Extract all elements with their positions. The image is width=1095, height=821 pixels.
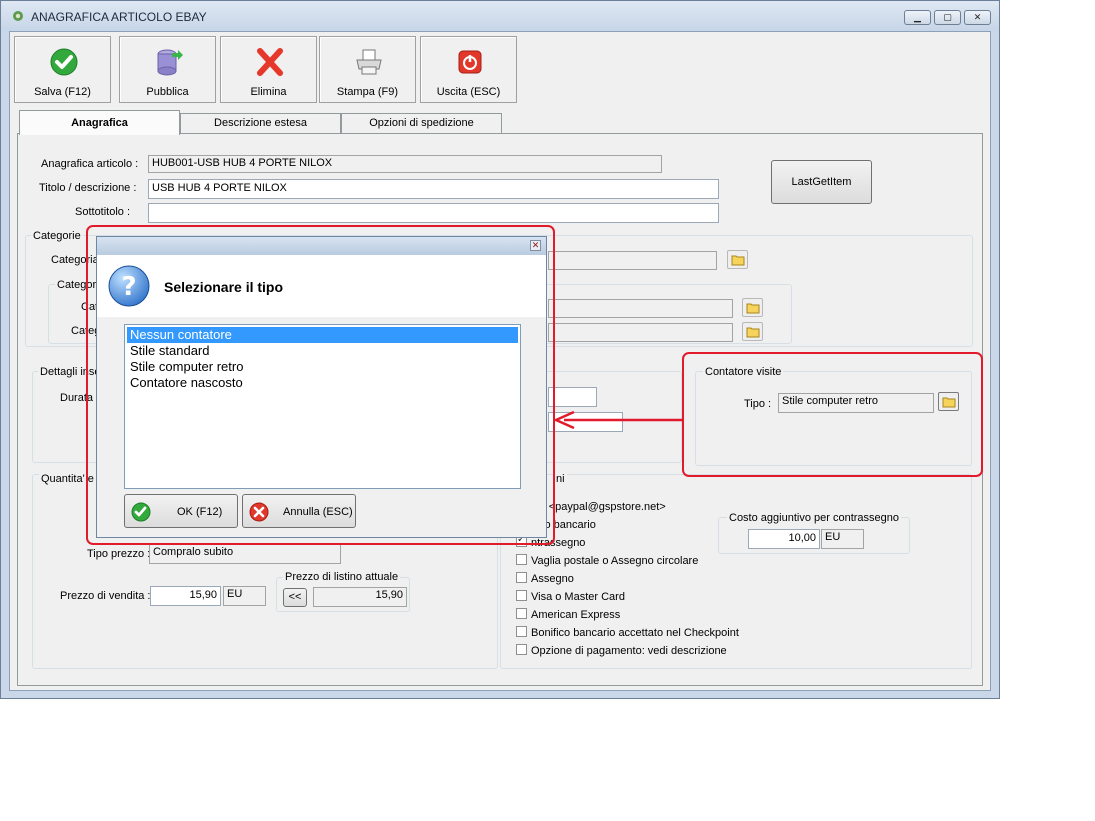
folder-icon [746,303,760,314]
database-upload-icon [157,49,183,76]
exit-label: Uscita (ESC) [436,86,501,98]
visa-checkbox[interactable] [516,590,527,601]
vaglia-label: Vaglia postale o Assegno circolare [531,555,699,567]
sottotitolo-input[interactable] [148,203,719,223]
bonifico-checkpoint-checkbox[interactable] [516,626,527,637]
prezzo-vendita-currency: EU [223,586,266,606]
amex-checkbox[interactable] [516,608,527,619]
visa-label: Visa o Master Card [531,591,625,603]
cat2-browse-button[interactable] [742,322,763,341]
publish-button[interactable]: Pubblica [119,36,216,103]
lastgetitem-button[interactable]: LastGetItem [771,160,872,204]
tab-opzioni-spedizione[interactable]: Opzioni di spedizione [341,113,502,134]
titolo-input[interactable]: USB HUB 4 PORTE NILOX [148,179,719,199]
arrow-icon [552,410,682,430]
save-label: Salva (F12) [34,86,91,98]
printer-icon [356,49,382,75]
print-button[interactable]: Stampa (F9) [319,36,416,103]
print-label: Stampa (F9) [336,86,399,98]
cat1-field [548,299,733,318]
minimize-button[interactable]: ▁ [904,10,931,25]
durata-input[interactable] [548,387,597,407]
tipo-prezzo-field: Compralo subito [149,544,341,564]
articolo-field: HUB001-USB HUB 4 PORTE NILOX [148,155,662,173]
prezzo-vendita-input[interactable]: 15,90 [150,586,221,606]
delete-x-icon [257,48,283,76]
publish-label: Pubblica [146,86,189,98]
app-icon [13,11,23,21]
assegno-checkbox[interactable] [516,572,527,583]
folder-icon [731,255,745,266]
delete-button[interactable]: Elimina [220,36,317,103]
pagamento-group-label: ni [554,473,567,485]
categoria-field [548,251,717,270]
listino-copy-button[interactable]: << [283,588,307,607]
close-window-button[interactable]: ✕ [964,10,991,25]
tab-anagrafica[interactable]: Anagrafica [19,110,180,135]
title-bar: ANAGRAFICA ARTICOLO EBAY ▁ ▢ ✕ [1,1,999,31]
tab-descrizione-estesa[interactable]: Descrizione estesa [180,113,341,134]
delete-label: Elimina [250,86,287,98]
dialog-highlight-frame [86,225,555,545]
exit-button[interactable]: Uscita (ESC) [420,36,517,103]
opzione-label: Opzione di pagamento: vedi descrizione [531,645,727,657]
opzione-checkbox[interactable] [516,644,527,655]
listino-label: Prezzo di listino attuale [283,571,401,583]
vaglia-checkbox[interactable] [516,554,527,565]
tipo-prezzo-label: Tipo prezzo : [87,548,151,560]
check-icon [50,48,78,76]
folder-icon [746,327,760,338]
prezzo-vendita-label: Prezzo di vendita : [60,590,151,602]
save-button[interactable]: Salva (F12) [14,36,111,103]
costo-currency: EU [821,529,864,549]
sottotitolo-label: Sottotitolo : [75,206,131,218]
power-icon [458,50,482,74]
cat2-field [548,323,733,342]
amex-label: American Express [531,609,621,621]
window-title: ANAGRAFICA ARTICOLO EBAY [31,10,207,24]
maximize-button[interactable]: ▢ [934,10,961,25]
categoria-browse-button[interactable] [727,250,748,269]
articolo-label: Anagrafica articolo : [41,158,139,170]
listino-field: 15,90 [313,587,407,607]
cat1-browse-button[interactable] [742,298,763,317]
costo-input[interactable]: 10,00 [748,529,820,549]
assegno-label: Assegno [531,573,574,585]
bonifico-checkpoint-label: Bonifico bancario accettato nel Checkpoi… [531,627,739,639]
costo-label: Costo aggiuntivo per contrassegno [727,512,901,524]
categorie-group-label: Categorie [31,230,83,242]
counter-highlight-frame [682,352,983,477]
titolo-label: Titolo / descrizione : [39,182,137,194]
